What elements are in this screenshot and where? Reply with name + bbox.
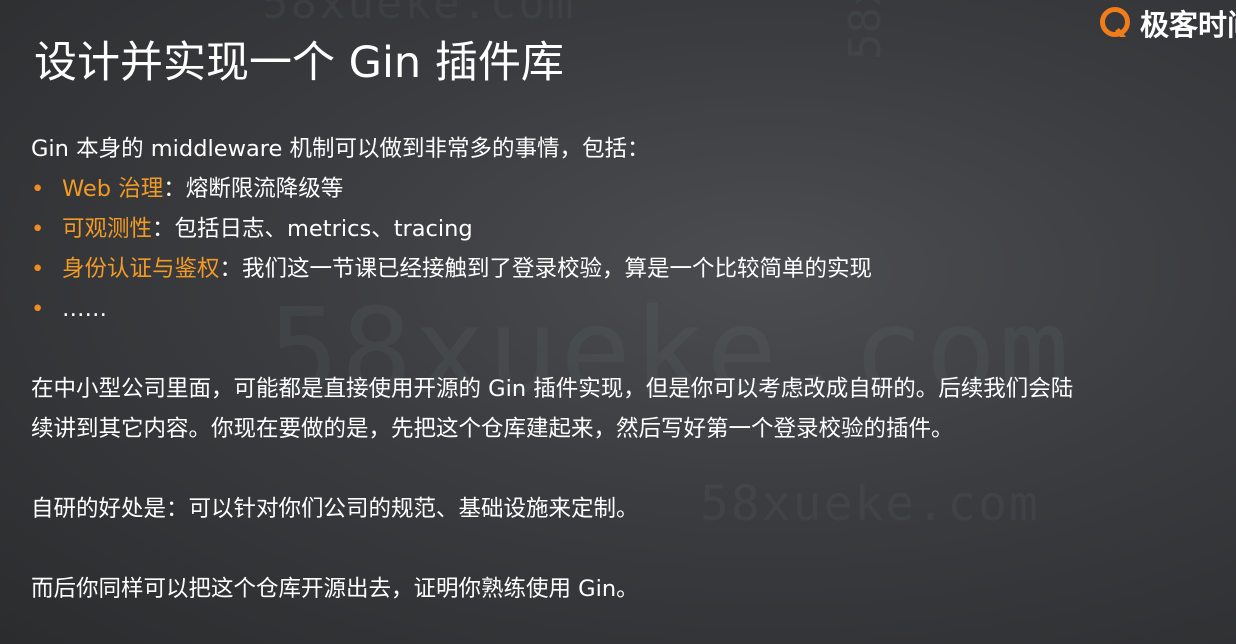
brand-logo: 极客时间	[1098, 2, 1236, 44]
bullet-list: • Web 治理：熔断限流降级等 • 可观测性：包括日志、metrics、traci…	[31, 169, 872, 329]
slide-title: 设计并实现一个 Gin 插件库	[34, 38, 564, 88]
intro-text: Gin 本身的 middleware 机制可以做到非常多的事情，包括：	[31, 136, 650, 162]
bullet-text: ……	[62, 296, 107, 322]
paragraph-line: 在中小型公司里面，可能都是直接使用开源的 Gin 插件实现，但是你可以考虑改成自…	[31, 376, 1074, 402]
bullet-marker: •	[31, 256, 45, 282]
paragraph-open-source: 而后你同样可以把这个仓库开源出去，证明你熟练使用 Gin。	[31, 576, 639, 602]
watermark-middle: 58xueke.com	[700, 476, 1040, 532]
paragraph-in-house: 在中小型公司里面，可能都是直接使用开源的 Gin 插件实现，但是你可以考虑改成自…	[31, 369, 1073, 449]
watermark-top: 58xueke.com	[262, 0, 576, 29]
bullet-marker: •	[31, 216, 45, 242]
bullet-marker: •	[31, 176, 45, 202]
bullet-text: ：包括日志、metrics、tracing	[152, 216, 473, 242]
bullet-item-web: • Web 治理：熔断限流降级等	[31, 169, 872, 209]
watermark-vertical-text: 58xueke.com	[840, 0, 891, 60]
slide: 58xueke.com 58xueke.com 58xueke.com 58xu…	[0, 0, 1236, 644]
bullet-marker: •	[31, 296, 45, 322]
paragraph-benefits: 自研的好处是：可以针对你们公司的规范、基础设施来定制。	[31, 496, 639, 522]
bullet-item-observability: • 可观测性：包括日志、metrics、tracing	[31, 209, 872, 249]
brand-text: 极客时间	[1140, 8, 1236, 42]
watermark-vertical: 58xueke.com	[840, 0, 891, 60]
paragraph-line: 续讲到其它内容。你现在要做的是，先把这个仓库建起来，然后写好第一个登录校验的插件…	[31, 416, 954, 442]
bullet-heading: 可观测性	[62, 216, 153, 242]
bullet-heading: Web 治理	[62, 176, 164, 202]
bullet-item-auth: • 身份认证与鉴权：我们这一节课已经接触到了登录校验，算是一个比较简单的实现	[31, 249, 872, 289]
bullet-item-ellipsis: • ……	[31, 289, 872, 329]
bullet-text: ：我们这一节课已经接触到了登录校验，算是一个比较简单的实现	[219, 256, 873, 282]
bullet-heading: 身份认证与鉴权	[62, 256, 220, 282]
geekbang-logo-icon	[1100, 7, 1130, 37]
bullet-text: ：熔断限流降级等	[163, 176, 344, 202]
